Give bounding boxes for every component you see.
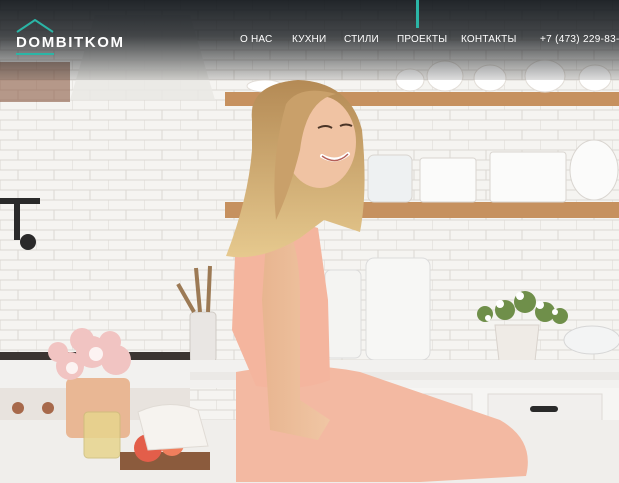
phone-number[interactable]: +7 (473) 229-83-7 xyxy=(540,34,619,45)
nav-item-about[interactable]: О НАС xyxy=(240,34,272,45)
nav-item-contacts[interactable]: КОНТАКТЫ xyxy=(461,34,517,45)
logo-underline xyxy=(16,53,54,55)
nav-item-projects[interactable]: ПРОЕКТЫ xyxy=(397,34,447,45)
nav-active-indicator xyxy=(416,0,419,28)
logo-text: DOMBITKOM xyxy=(16,34,125,51)
house-roof-icon xyxy=(16,19,54,33)
nav-item-styles[interactable]: СТИЛИ xyxy=(344,34,379,45)
nav-item-kitchens[interactable]: КУХНИ xyxy=(292,34,326,45)
